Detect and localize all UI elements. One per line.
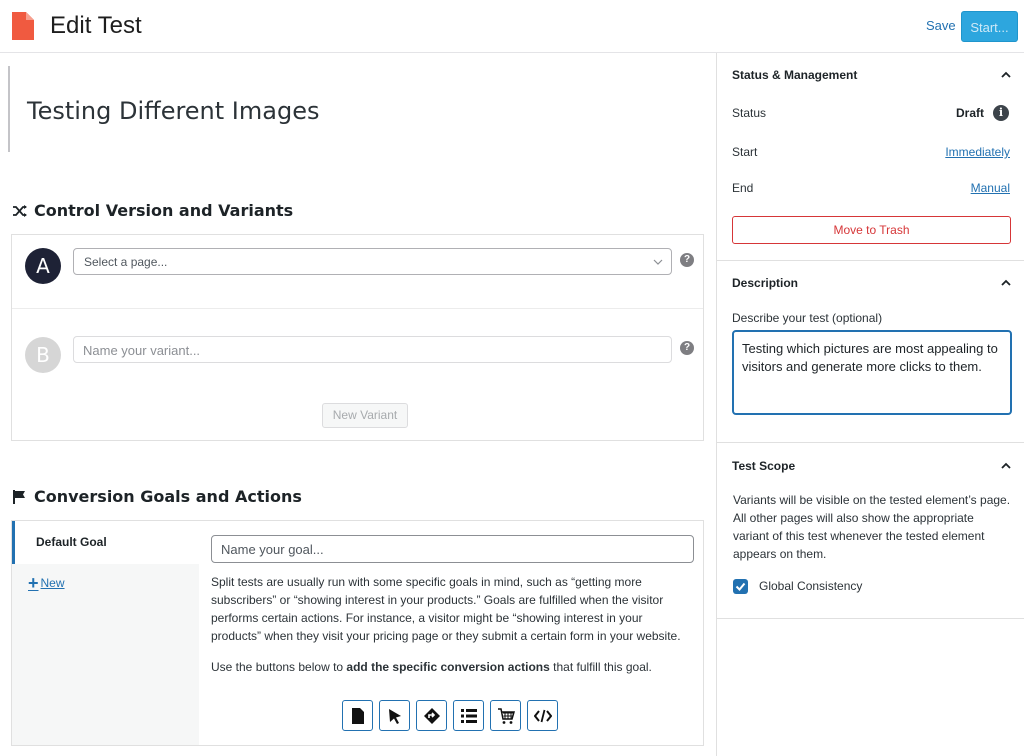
description-textarea[interactable]: Testing which pictures are most appealin… (732, 330, 1012, 415)
start-button[interactable]: Start... (961, 11, 1018, 42)
description-field-label: Describe your test (optional) (732, 311, 883, 325)
form-action-button[interactable] (453, 700, 484, 731)
scope-description: Variants will be visible on the tested e… (733, 493, 1011, 561)
scope-panel-heading[interactable]: Test Scope (732, 459, 795, 473)
new-goal-label: New (40, 576, 65, 590)
start-label: Start (732, 145, 758, 159)
end-schedule-link[interactable]: Manual (971, 181, 1010, 195)
flag-icon (13, 489, 25, 504)
instruction-prefix: Use the buttons below to (211, 660, 347, 674)
help-icon[interactable]: ? (680, 253, 694, 267)
direction-action-button[interactable] (416, 700, 447, 731)
document-icon (12, 12, 34, 40)
save-button[interactable]: Save (926, 18, 956, 33)
variant-row-a: A Select a page... ? (12, 235, 703, 309)
variant-b-name-input[interactable]: Name your variant... (73, 336, 672, 363)
goals-heading-text: Conversion Goals and Actions (34, 487, 302, 506)
new-variant-button[interactable]: New Variant (322, 403, 408, 428)
click-icon (388, 708, 401, 724)
chevron-down-icon (653, 259, 663, 265)
move-to-trash-button[interactable]: Move to Trash (732, 216, 1011, 244)
shuffle-icon (13, 204, 27, 217)
conversion-action-buttons (342, 700, 558, 731)
global-consistency-checkbox[interactable] (733, 579, 748, 594)
goal-description: Split tests are usually run with some sp… (211, 575, 681, 643)
chevron-up-icon[interactable] (1000, 69, 1012, 81)
variants-heading: Control Version and Variants (12, 201, 293, 220)
description-panel-heading[interactable]: Description (732, 276, 798, 290)
variant-row-b: B Name your variant... ? New Variant (12, 309, 703, 441)
chevron-up-icon[interactable] (1000, 460, 1012, 472)
test-title[interactable]: Testing Different Images (27, 97, 319, 125)
variant-a-badge: A (25, 248, 61, 284)
goal-instruction: Use the buttons below to add the specifi… (211, 658, 695, 676)
new-goal-link[interactable]: + New (28, 573, 65, 593)
direction-icon (423, 707, 440, 724)
global-consistency-label[interactable]: Global Consistency (759, 579, 862, 593)
click-action-button[interactable] (379, 700, 410, 731)
list-icon (460, 708, 477, 723)
status-value: Draft (955, 106, 984, 120)
goals-sidebar: Default Goal + New (12, 521, 199, 745)
start-schedule-link[interactable]: Immediately (945, 145, 1010, 159)
cart-action-button[interactable] (490, 700, 521, 731)
goals-heading: Conversion Goals and Actions (12, 487, 302, 506)
status-label: Status (732, 106, 767, 120)
info-icon[interactable]: i (993, 105, 1009, 121)
chevron-up-icon[interactable] (1000, 277, 1012, 289)
variant-a-page-select[interactable]: Select a page... (73, 248, 672, 275)
page-title: Edit Test (50, 12, 142, 39)
checkmark-icon (735, 582, 746, 591)
instruction-suffix: that fulfill this goal. (549, 660, 652, 674)
variant-b-badge: B (25, 337, 61, 373)
variants-box: A Select a page... ? B Name your variant… (11, 234, 704, 441)
end-label: End (732, 181, 754, 195)
top-bar: Edit Test Save Start... (0, 0, 1024, 53)
help-icon[interactable]: ? (680, 341, 694, 355)
settings-sidebar: Status & Management Status Draft i Start… (716, 53, 1024, 756)
page-visit-action-button[interactable] (342, 700, 373, 731)
goals-box: Default Goal + New Name your goal... Spl… (11, 520, 704, 746)
custom-code-action-button[interactable] (527, 700, 558, 731)
plus-icon: + (28, 573, 39, 593)
instruction-bold: add the specific conversion actions (346, 660, 550, 674)
goal-name-input[interactable]: Name your goal... (211, 535, 694, 563)
tab-default-goal[interactable]: Default Goal (12, 521, 199, 564)
status-panel-heading[interactable]: Status & Management (732, 68, 857, 82)
cart-icon (497, 707, 515, 724)
main-editor: Testing Different Images Control Version… (0, 53, 716, 756)
variant-a-select-placeholder: Select a page... (84, 255, 168, 269)
status-panel: Status & Management Status Draft i Start… (717, 53, 1024, 261)
code-icon (533, 709, 552, 722)
variants-heading-text: Control Version and Variants (34, 201, 294, 220)
page-icon (351, 707, 364, 724)
